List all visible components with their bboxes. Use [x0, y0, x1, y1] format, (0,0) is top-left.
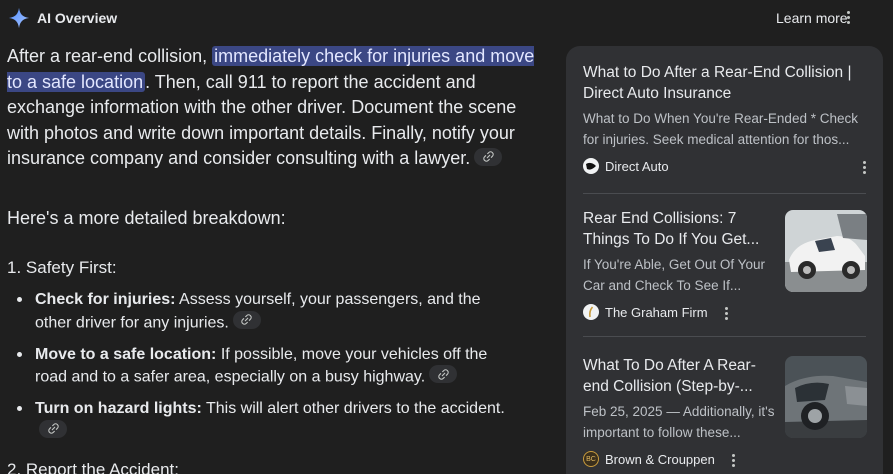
divider [583, 193, 866, 194]
source-card[interactable]: What to Do After a Rear-End Collision | … [583, 62, 873, 174]
bullet-text: This will alert other drivers to the acc… [201, 400, 505, 417]
source-card[interactable]: Rear End Collisions: 7 Things To Do If Y… [583, 208, 773, 320]
source-link-icon[interactable] [232, 310, 261, 329]
source-title[interactable]: What To Do After A Rear-end Collision (S… [583, 355, 775, 397]
ai-overview-summary: After a rear-end collision, immediately … [7, 44, 537, 172]
section-heading-report: 2. Report the Accident: [7, 460, 179, 474]
source-site-row: BC Brown & Crouppen [583, 451, 775, 467]
bullet-bold-label: Check for injuries: [35, 291, 176, 308]
safety-bullet-list: Check for injuries: Assess yourself, you… [15, 289, 515, 453]
ai-overview-title: AI Overview [37, 10, 118, 26]
sources-panel: What to Do After a Rear-End Collision | … [566, 46, 883, 474]
source-site-name: Brown & Crouppen [605, 451, 715, 467]
section-heading-safety: 1. Safety First: [7, 258, 117, 277]
more-options-icon[interactable] [838, 8, 858, 28]
source-site-row: Direct Auto [583, 158, 873, 174]
source-thumbnail[interactable] [785, 356, 867, 438]
source-card[interactable]: What To Do After A Rear-end Collision (S… [583, 355, 775, 467]
source-snippet: What to Do When You're Rear-Ended * Chec… [583, 111, 858, 147]
direct-auto-logo-icon [583, 158, 599, 174]
ai-overview-header: AI Overview Learn more [0, 0, 893, 36]
list-item: Move to a safe location: If possible, mo… [15, 344, 515, 389]
learn-more-link[interactable]: Learn more [776, 10, 848, 26]
source-link-icon[interactable] [474, 147, 503, 166]
divider [583, 336, 866, 337]
ai-sparkle-icon [8, 7, 30, 29]
list-item: Check for injuries: Assess yourself, you… [15, 289, 515, 334]
list-item: Turn on hazard lights: This will alert o… [15, 398, 515, 443]
bullet-bold-label: Move to a safe location: [35, 345, 217, 363]
source-options-icon[interactable] [727, 451, 741, 467]
source-site-row: The Graham Firm [583, 304, 773, 320]
source-site-name: The Graham Firm [605, 304, 708, 320]
source-options-icon[interactable] [720, 304, 734, 320]
source-site-name: Direct Auto [605, 158, 669, 174]
source-link-icon[interactable] [429, 365, 458, 383]
brown-crouppen-logo-icon: BC [583, 451, 599, 467]
source-link-icon[interactable] [39, 419, 67, 438]
breakdown-intro: Here's a more detailed breakdown: [7, 208, 286, 228]
source-title[interactable]: Rear End Collisions: 7 Things To Do If Y… [583, 208, 773, 250]
source-options-icon[interactable] [857, 158, 871, 174]
source-title[interactable]: What to Do After a Rear-End Collision | … [583, 62, 873, 104]
summary-text-start: After a rear-end collision, [7, 46, 213, 66]
bullet-bold-label: Turn on hazard lights: [35, 400, 202, 417]
source-snippet: If You're Able, Get Out Of Your Car and … [583, 257, 765, 293]
graham-firm-logo-icon [583, 304, 599, 320]
source-snippet: Feb 25, 2025 — Additionally, it's import… [583, 404, 775, 440]
source-thumbnail[interactable] [785, 210, 867, 292]
